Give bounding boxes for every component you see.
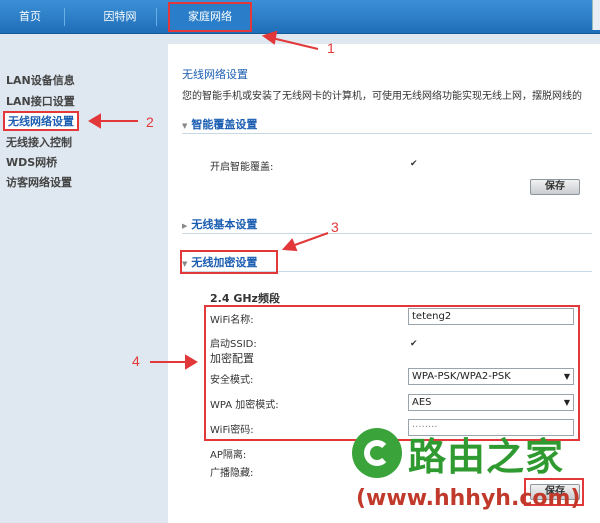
nav-tab-wan[interactable]: 因特网 bbox=[90, 0, 150, 34]
collapse-triangle-icon: ▼ bbox=[182, 122, 188, 130]
watermark-url: (www.hhhyh.com) bbox=[356, 486, 581, 511]
section-smart-cover-header[interactable]: ▼ 智能覆盖设置 bbox=[182, 116, 592, 134]
highlight-box-security-section bbox=[180, 250, 278, 274]
nav-tab-home-network[interactable]: 家庭网络 bbox=[168, 2, 252, 32]
smart-cover-save-button[interactable]: 保存 bbox=[530, 179, 580, 195]
nav-divider bbox=[64, 8, 65, 26]
security-mode-label: 安全模式: bbox=[210, 375, 254, 386]
wpa-mode-select[interactable]: AES ▼ bbox=[408, 394, 574, 411]
ssid-enable-label: 启动SSID: bbox=[210, 339, 257, 350]
smart-cover-checkbox[interactable]: ✔ bbox=[410, 160, 419, 169]
dropdown-caret-icon: ▼ bbox=[563, 398, 570, 407]
wpa-mode-label: WPA 加密模式: bbox=[210, 400, 279, 411]
annotation-number-1: 1 bbox=[327, 40, 335, 56]
watermark-brand: 路由之家 bbox=[408, 435, 565, 479]
wifi-name-input[interactable]: teteng2 bbox=[408, 308, 574, 325]
annotation-number-4: 4 bbox=[132, 353, 140, 369]
window-scrollbar[interactable] bbox=[592, 0, 600, 30]
ssid-enable-checkbox[interactable]: ✔ bbox=[410, 340, 419, 349]
page-title: 无线网络设置 bbox=[182, 68, 248, 81]
left-sidebar: LAN设备信息 LAN接口设置 无线网络设置 无线接入控制 WDS网桥 访客网络… bbox=[0, 34, 168, 523]
encrypt-config-label: 加密配置 bbox=[210, 352, 254, 365]
top-nav-bar: 首页 因特网 家庭网络 bbox=[0, 0, 600, 34]
expand-triangle-icon: ▶ bbox=[182, 222, 188, 230]
sidebar-item-wds-bridge[interactable]: WDS网桥 bbox=[6, 154, 57, 170]
band-label: 2.4 GHz频段 bbox=[210, 292, 280, 305]
wifi-password-label: WiFi密码: bbox=[210, 425, 254, 436]
sidebar-item-lan-interface[interactable]: LAN接口设置 bbox=[6, 93, 75, 109]
section-basic-header[interactable]: ▶ 无线基本设置 bbox=[182, 216, 592, 234]
sidebar-item-wireless-settings[interactable]: 无线网络设置 bbox=[3, 111, 79, 131]
wifi-name-label: WiFi名称: bbox=[210, 315, 254, 326]
broadcast-hide-label: 广播隐藏: bbox=[210, 468, 254, 479]
nav-divider bbox=[156, 8, 157, 26]
sidebar-item-lan-device-info[interactable]: LAN设备信息 bbox=[6, 72, 75, 88]
router-home-logo-icon bbox=[352, 428, 402, 478]
annotation-number-3: 3 bbox=[331, 219, 339, 235]
section-smart-cover-title: 智能覆盖设置 bbox=[191, 118, 258, 131]
dropdown-caret-icon: ▼ bbox=[563, 372, 570, 381]
sidebar-item-wireless-access-control[interactable]: 无线接入控制 bbox=[6, 134, 72, 150]
security-mode-select[interactable]: WPA-PSK/WPA2-PSK ▼ bbox=[408, 368, 574, 385]
smart-cover-enable-label: 开启智能覆盖: bbox=[210, 162, 274, 173]
nav-tab-home[interactable]: 首页 bbox=[0, 0, 60, 34]
page-description: 您的智能手机或安装了无线网卡的计算机，可使用无线网络功能实现无线上网，摆脱网线的 bbox=[182, 91, 582, 102]
ap-isolation-label: AP隔离: bbox=[210, 450, 247, 461]
sidebar-item-guest-network[interactable]: 访客网络设置 bbox=[6, 174, 72, 190]
annotation-number-2: 2 bbox=[146, 114, 154, 130]
wpa-mode-value: AES bbox=[412, 397, 432, 408]
section-basic-title: 无线基本设置 bbox=[191, 218, 258, 231]
security-mode-value: WPA-PSK/WPA2-PSK bbox=[412, 371, 511, 382]
